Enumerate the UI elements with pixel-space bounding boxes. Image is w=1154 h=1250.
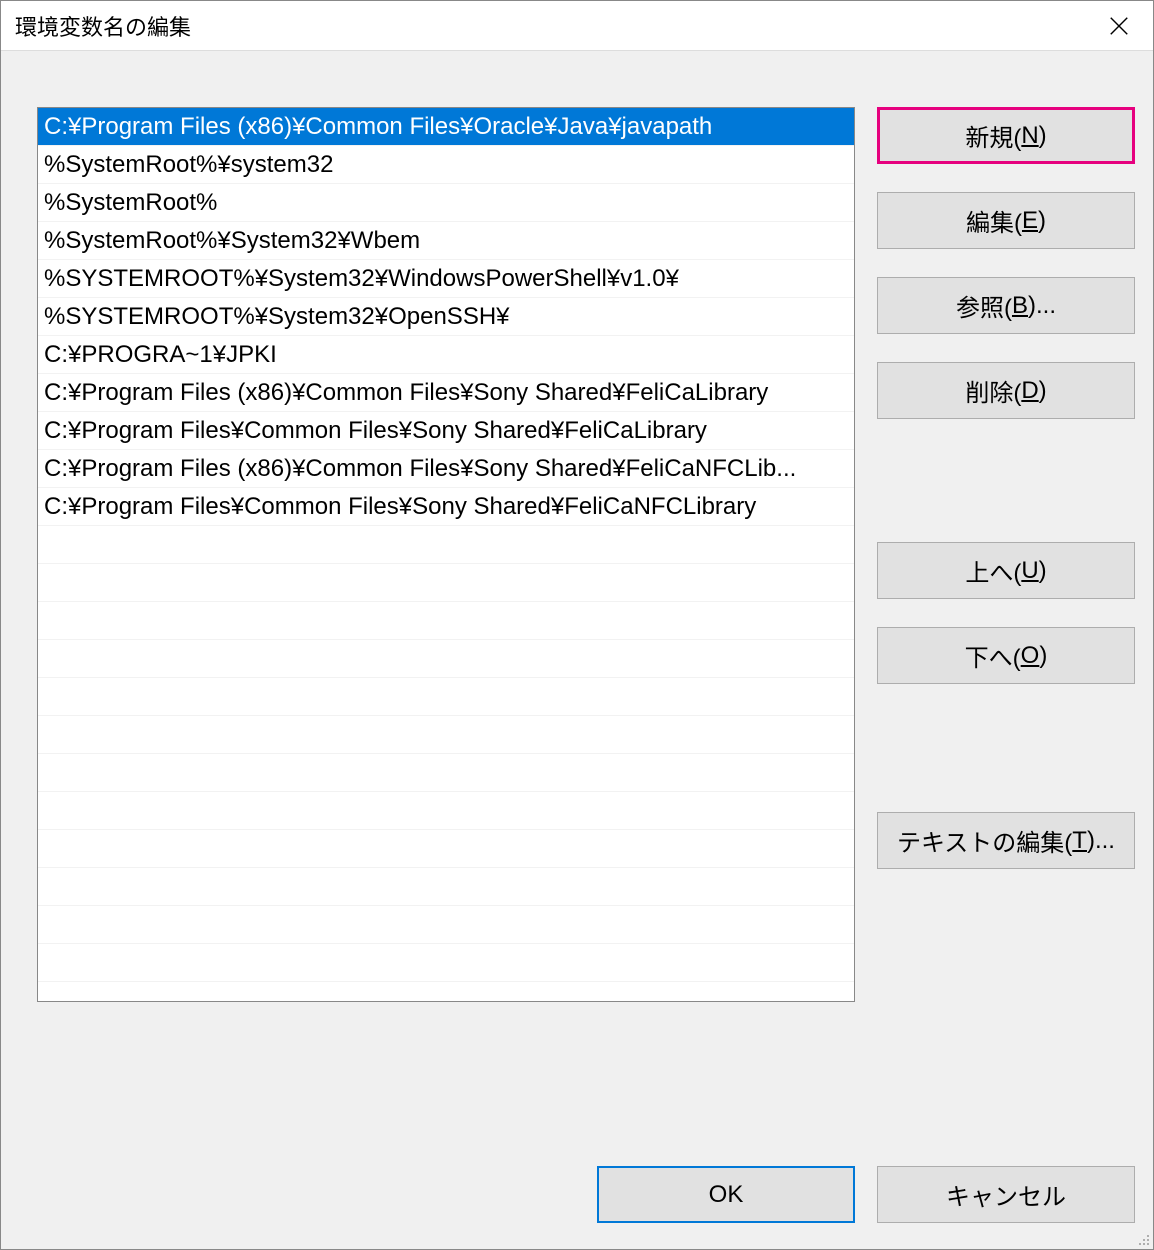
move-up-button[interactable]: 上へ(U) [877, 542, 1135, 599]
list-item[interactable]: %SystemRoot%¥System32¥Wbem [38, 222, 854, 260]
list-item-empty[interactable] [38, 640, 854, 678]
close-icon [1108, 15, 1130, 37]
dialog-footer: OK キャンセル [1, 1156, 1153, 1249]
list-item-empty[interactable] [38, 602, 854, 640]
browse-button[interactable]: 参照(B)... [877, 277, 1135, 334]
list-item[interactable]: C:¥Program Files¥Common Files¥Sony Share… [38, 412, 854, 450]
dialog-title: 環境変数名の編集 [15, 10, 1089, 42]
new-button[interactable]: 新規(N) [877, 107, 1135, 164]
list-item[interactable]: C:¥Program Files (x86)¥Common Files¥Orac… [38, 108, 854, 146]
list-item-empty[interactable] [38, 564, 854, 602]
list-item[interactable]: %SYSTEMROOT%¥System32¥OpenSSH¥ [38, 298, 854, 336]
list-item[interactable]: C:¥Program Files (x86)¥Common Files¥Sony… [38, 374, 854, 412]
list-item-empty[interactable] [38, 754, 854, 792]
side-button-panel: 新規(N) 編集(E) 参照(B)... 削除(D) 上へ(U) 下へ(O) テ… [877, 107, 1135, 1146]
list-item-empty[interactable] [38, 830, 854, 868]
ok-button[interactable]: OK [597, 1166, 855, 1223]
move-down-button[interactable]: 下へ(O) [877, 627, 1135, 684]
list-item-empty[interactable] [38, 792, 854, 830]
edit-text-button[interactable]: テキストの編集(T)... [877, 812, 1135, 869]
dialog-content: C:¥Program Files (x86)¥Common Files¥Orac… [1, 51, 1153, 1156]
resize-grip-icon[interactable] [1134, 1230, 1150, 1246]
cancel-button[interactable]: キャンセル [877, 1166, 1135, 1223]
list-item-empty[interactable] [38, 678, 854, 716]
list-item[interactable]: C:¥PROGRA~1¥JPKI [38, 336, 854, 374]
list-item[interactable]: %SystemRoot% [38, 184, 854, 222]
list-item-empty[interactable] [38, 944, 854, 982]
titlebar: 環境変数名の編集 [1, 1, 1153, 51]
delete-button[interactable]: 削除(D) [877, 362, 1135, 419]
environment-variable-edit-dialog: 環境変数名の編集 C:¥Program Files (x86)¥Common F… [0, 0, 1154, 1250]
path-listbox[interactable]: C:¥Program Files (x86)¥Common Files¥Orac… [37, 107, 855, 1002]
list-item[interactable]: C:¥Program Files (x86)¥Common Files¥Sony… [38, 450, 854, 488]
list-item[interactable]: %SYSTEMROOT%¥System32¥WindowsPowerShell¥… [38, 260, 854, 298]
list-item[interactable]: %SystemRoot%¥system32 [38, 146, 854, 184]
list-item-empty[interactable] [38, 526, 854, 564]
list-item-empty[interactable] [38, 868, 854, 906]
edit-button[interactable]: 編集(E) [877, 192, 1135, 249]
close-button[interactable] [1089, 4, 1149, 48]
list-item-empty[interactable] [38, 906, 854, 944]
list-item-empty[interactable] [38, 716, 854, 754]
list-item[interactable]: C:¥Program Files¥Common Files¥Sony Share… [38, 488, 854, 526]
